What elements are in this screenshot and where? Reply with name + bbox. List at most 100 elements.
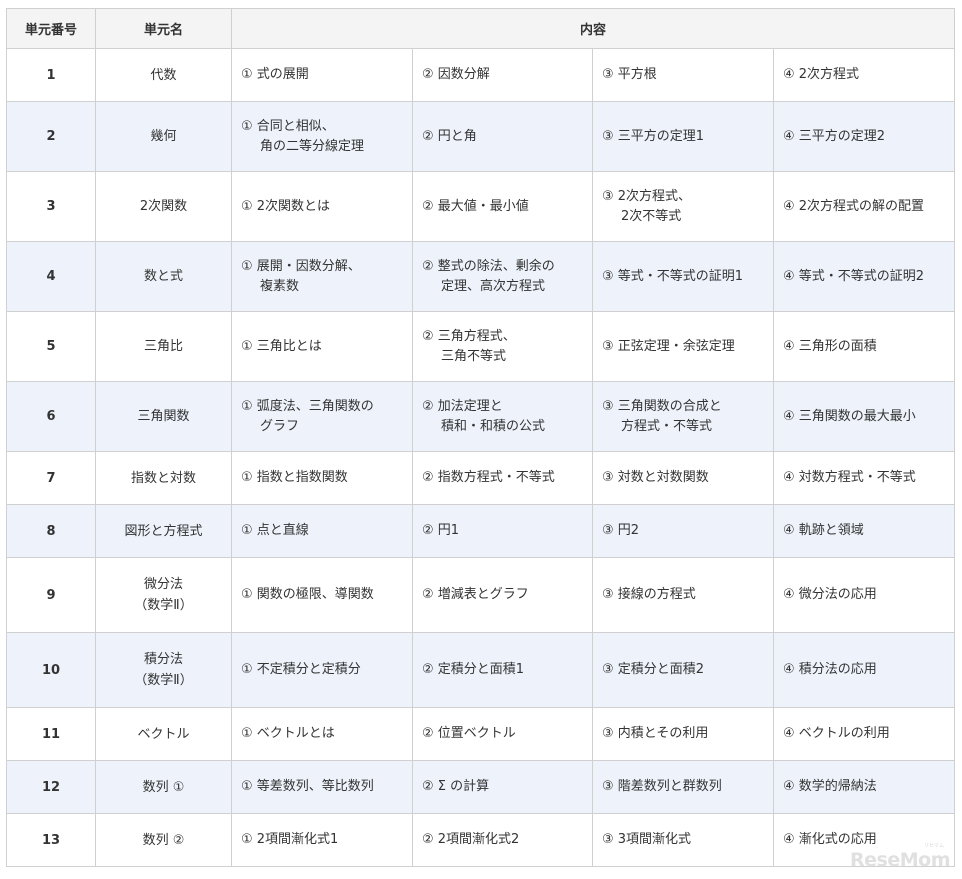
table-row: 2 幾何 ① 合同と相似、 角の二等分線定理 ② 円と角 ③ 三平方の定理1 ④ 三平方の定… bbox=[6, 101, 956, 172]
content-item-cell: ③ 三角関数の合成と方程式・不等式 bbox=[592, 381, 774, 452]
header-unit-name: 単元名 bbox=[95, 8, 232, 49]
unit-name-line: 三角比 bbox=[143, 339, 183, 354]
content-item-line: 方程式・不等式 bbox=[621, 418, 713, 434]
content-item-cell: ③ 2次方程式、 2次不等式 bbox=[592, 171, 774, 242]
unit-name-line: 三角関数 bbox=[137, 409, 190, 424]
unit-name-cell: 代数 bbox=[95, 48, 232, 102]
content-item-cell: ① 等差数列、等比数列 bbox=[231, 760, 413, 814]
unit-number-cell: 9 bbox=[6, 557, 96, 633]
unit-name-line: 幾何 bbox=[150, 129, 177, 144]
content-item-line: ② 円と角 bbox=[422, 128, 477, 144]
content-item-line: 定理、高次方程式 bbox=[441, 278, 546, 294]
content-item-line: ③ 平方根 bbox=[602, 67, 657, 82]
content-item-line: 積和・和積の公式 bbox=[441, 418, 546, 434]
unit-name-cell: 幾何 bbox=[95, 101, 232, 172]
table-row: 8 図形と方程式 ① 点と直線 ② 円1 ③ 円2 ④ 軌跡と領域 bbox=[6, 504, 956, 558]
table-row: 13 数列 ② ① 2項間漸化式1 ② 2項間漸化式2 ③ 3項間漸化式 ④ 漸化式の応用 bbox=[6, 813, 956, 867]
content-item-line: グラフ bbox=[260, 418, 300, 434]
table-row: 11 ベクトル ① ベクトルとは ② 位置ベクトル ③ 内積とその利用 ④ ベクトルの利用 bbox=[6, 707, 956, 761]
content-item-cell: ③ 三平方の定理1 bbox=[592, 101, 774, 172]
unit-name-cell: 指数と対数 bbox=[95, 451, 232, 505]
content-item-cell: ② 指数方程式・不等式 bbox=[412, 451, 593, 505]
content-item-line: ① 三角比とは bbox=[241, 338, 322, 354]
unit-name-line: 数列 ② bbox=[142, 832, 185, 848]
content-item-line: ④ 等式・不等式の証明2 bbox=[783, 268, 925, 284]
unit-number-cell: 12 bbox=[6, 760, 96, 814]
content-item-cell: ② 2項間漸化式2 bbox=[412, 813, 593, 867]
content-item-line: ④ 漸化式の応用 bbox=[783, 832, 877, 847]
content-item-cell: ③ 内積とその利用 bbox=[592, 707, 774, 761]
content-item-line: ④ 三平方の定理2 bbox=[783, 128, 886, 144]
unit-name-line: （数学Ⅱ） bbox=[134, 673, 193, 688]
content-item-cell: ② 円と角 bbox=[412, 101, 593, 172]
unit-number-cell: 10 bbox=[6, 632, 96, 708]
unit-number-cell: 1 bbox=[6, 48, 96, 102]
content-item-line: ④ 微分法の応用 bbox=[783, 587, 877, 602]
content-item-cell: ① 三角比とは bbox=[231, 311, 413, 382]
content-item-line: ② 指数方程式・不等式 bbox=[422, 470, 555, 485]
table-row: 9 微分法 （数学Ⅱ） ① 関数の極限、導関数 ② 増減表とグラフ ③ 接線の方程式 ④ 微… bbox=[6, 557, 956, 633]
content-item-cell: ① 式の展開 bbox=[231, 48, 413, 102]
content-item-cell: ④ 積分法の応用 bbox=[772, 632, 956, 708]
table-row: 1 代数 ① 式の展開 ② 因数分解 ③ 平方根 ④ 2次方程式 bbox=[6, 48, 956, 102]
content-item-cell: ② 最大値・最小値 bbox=[412, 171, 593, 242]
unit-number-cell: 8 bbox=[6, 504, 96, 558]
unit-name-line: 代数 bbox=[150, 67, 177, 83]
unit-name-line: 数と式 bbox=[143, 269, 183, 284]
content-item-line: ④ 数学的帰納法 bbox=[783, 779, 877, 794]
content-item-line: ④ 2次方程式 bbox=[783, 67, 860, 82]
content-item-line: ④ 三角関数の最大最小 bbox=[783, 408, 916, 424]
content-item-line: ③ 三角関数の合成と bbox=[602, 398, 722, 414]
content-item-line: ② 定積分と面積1 bbox=[422, 662, 525, 677]
content-item-cell: ③ 正弦定理・余弦定理 bbox=[592, 311, 774, 382]
content-item-line: ② 円1 bbox=[422, 523, 460, 538]
content-item-line: ② 三角方程式、 bbox=[422, 328, 516, 344]
content-item-line: ② 2項間漸化式2 bbox=[422, 832, 520, 847]
content-item-cell: ① 2次関数とは bbox=[231, 171, 413, 242]
unit-name-line: ベクトル bbox=[137, 726, 190, 742]
content-item-cell: ④ 数学的帰納法 bbox=[772, 760, 956, 814]
content-item-cell: ④ 対数方程式・不等式 bbox=[772, 451, 956, 505]
unit-name-line: 図形と方程式 bbox=[124, 523, 203, 539]
content-item-cell: ① 指数と指数関数 bbox=[231, 451, 413, 505]
watermark-ruby: リセマム bbox=[923, 843, 944, 849]
content-item-line: ① ベクトルとは bbox=[241, 726, 335, 741]
content-item-line: ① 2次関数とは bbox=[241, 198, 331, 214]
header-row: 単元番号 単元名 内容 bbox=[6, 8, 956, 49]
unit-name-cell: ベクトル bbox=[95, 707, 232, 761]
content-item-cell: ③ 定積分と面積2 bbox=[592, 632, 774, 708]
content-item-line: ② 位置ベクトル bbox=[422, 726, 516, 741]
unit-number-cell: 3 bbox=[6, 171, 96, 242]
content-item-line: ④ 積分法の応用 bbox=[783, 662, 877, 677]
content-item-line: ④ 三角形の面積 bbox=[783, 338, 877, 354]
unit-name-cell: 数と式 bbox=[95, 241, 232, 312]
content-item-line: ④ ベクトルの利用 bbox=[783, 726, 890, 741]
content-item-line: ② Σ の計算 bbox=[422, 779, 490, 794]
content-item-line: ③ 正弦定理・余弦定理 bbox=[602, 338, 735, 354]
resemom-logo: ReseMom bbox=[850, 849, 950, 871]
content-item-line: 2次不等式 bbox=[621, 208, 682, 224]
content-item-cell: ④ ベクトルの利用 bbox=[772, 707, 956, 761]
unit-name-line: 微分法 bbox=[143, 577, 183, 592]
table-row: 7 指数と対数 ① 指数と指数関数 ② 指数方程式・不等式 ③ 対数と対数関数 ④ 対数方… bbox=[6, 451, 956, 505]
content-item-line: ④ 対数方程式・不等式 bbox=[783, 470, 916, 485]
unit-number-cell: 7 bbox=[6, 451, 96, 505]
content-item-cell: ① 点と直線 bbox=[231, 504, 413, 558]
header-unit-number: 単元番号 bbox=[6, 8, 96, 49]
content-item-line: ① 点と直線 bbox=[241, 523, 309, 538]
content-item-line: ① 式の展開 bbox=[241, 67, 309, 82]
table-row: 10 積分法 （数学Ⅱ） ① 不定積分と定積分 ② 定積分と面積1 ③ 定積分と面積2 ④ … bbox=[6, 632, 956, 708]
content-item-cell: ④ 2次方程式の解の配置 bbox=[772, 171, 956, 242]
table-row: 12 数列 ① ① 等差数列、等比数列 ② Σ の計算 ③ 階差数列と群数列 ④ 数学的帰… bbox=[6, 760, 956, 814]
unit-name-cell: 三角比 bbox=[95, 311, 232, 382]
content-item-cell: ① 不定積分と定積分 bbox=[231, 632, 413, 708]
content-item-cell: ② 定積分と面積1 bbox=[412, 632, 593, 708]
content-item-cell: ③ 円2 bbox=[592, 504, 774, 558]
unit-name-line: 指数と対数 bbox=[130, 470, 196, 486]
unit-name-cell: 積分法 （数学Ⅱ） bbox=[95, 632, 232, 708]
content-item-cell: ② 因数分解 bbox=[412, 48, 593, 102]
content-item-line: ② 因数分解 bbox=[422, 67, 490, 82]
content-item-line: ③ 三平方の定理1 bbox=[602, 128, 705, 144]
content-item-line: ③ 2次方程式、 bbox=[602, 188, 692, 204]
content-item-cell: ② 加法定理と 積和・和積の公式 bbox=[412, 381, 593, 452]
